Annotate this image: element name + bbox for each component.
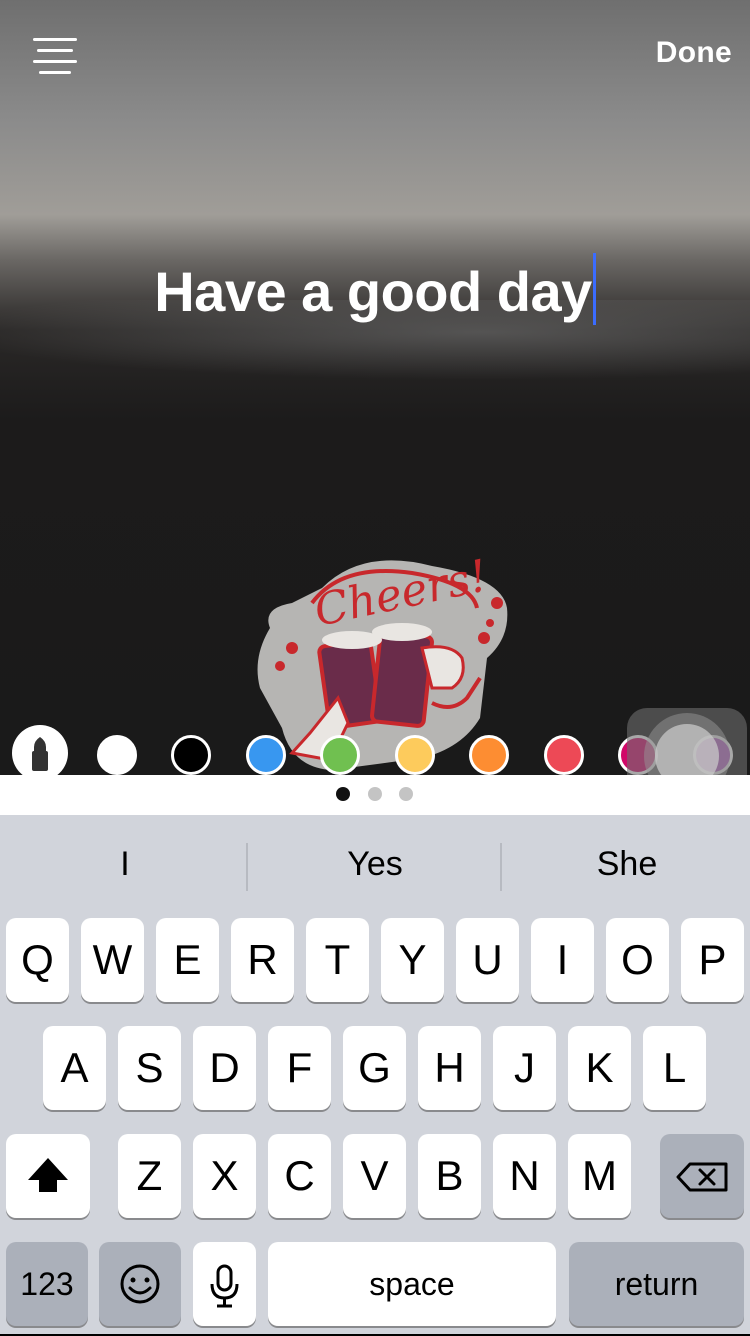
color-swatch[interactable] [469,735,509,775]
menu-icon-line [39,71,71,74]
key-o[interactable]: O [606,918,669,1002]
key-r[interactable]: R [231,918,294,1002]
done-button[interactable]: Done [656,36,732,70]
keyboard: I Yes She Q W E R T Y U I O P A S D F G H J K L Z X C V B N M 123 s… [0,815,750,1334]
space-key-label: space [369,1266,455,1302]
key-j-label: J [514,1044,535,1091]
key-s-label: S [135,1044,164,1091]
key-v-label: V [360,1152,389,1199]
key-e[interactable]: E [156,918,219,1002]
shift-key[interactable] [6,1134,90,1218]
numbers-key-label: 123 [20,1266,74,1302]
color-swatch[interactable] [97,735,137,775]
key-v[interactable]: V [343,1134,406,1218]
page-dot [399,787,413,801]
key-t[interactable]: T [306,918,369,1002]
key-x-label: X [210,1152,239,1199]
key-q[interactable]: Q [6,918,69,1002]
key-s[interactable]: S [118,1026,181,1110]
suggestion-bar: I Yes She [0,815,750,915]
return-key-label: return [614,1266,699,1302]
key-j[interactable]: J [493,1026,556,1110]
key-k-label: K [585,1044,614,1091]
text-cursor [592,253,596,325]
key-p-label: P [698,936,727,983]
key-m-label: M [582,1152,617,1199]
brush-button[interactable] [12,725,68,775]
key-g[interactable]: G [343,1026,406,1110]
page-indicator [0,775,750,815]
suggestion-item[interactable]: She [502,845,750,884]
color-swatch[interactable] [171,735,211,775]
dictation-key[interactable] [193,1242,256,1326]
space-key[interactable]: space [268,1242,556,1326]
key-p[interactable]: P [681,918,744,1002]
key-i[interactable]: I [531,918,594,1002]
text-input-area[interactable]: Have a good day [0,253,750,325]
key-a-label: A [60,1044,89,1091]
color-swatch[interactable] [395,735,435,775]
key-k[interactable]: K [568,1026,631,1110]
shift-icon [28,1158,68,1192]
text-align-button[interactable] [33,36,77,76]
color-swatch[interactable] [246,735,286,775]
key-z-label: Z [136,1152,163,1199]
backspace-icon [676,1162,728,1192]
emoji-icon [120,1264,160,1304]
key-w-label: W [92,936,133,983]
key-t-label: T [324,936,351,983]
suggestion-divider [246,843,248,891]
key-u-label: U [472,936,503,983]
key-y[interactable]: Y [381,918,444,1002]
key-d[interactable]: D [193,1026,256,1110]
key-b[interactable]: B [418,1134,481,1218]
key-g-label: G [358,1044,391,1091]
key-w[interactable]: W [81,918,144,1002]
microphone-icon [210,1264,239,1308]
key-y-label: Y [398,936,427,983]
numbers-key[interactable]: 123 [6,1242,88,1326]
key-i-label: I [556,936,569,983]
key-h[interactable]: H [418,1026,481,1110]
backspace-key[interactable] [660,1134,744,1218]
page-dot [368,787,382,801]
menu-icon-line [33,60,77,63]
key-o-label: O [621,936,654,983]
key-r-label: R [247,936,278,983]
menu-icon [33,38,77,41]
return-key[interactable]: return [569,1242,744,1326]
camera-canvas[interactable]: Done Have a good day Cheers! [0,0,750,775]
menu-icon-line [37,49,73,52]
suggestion-item[interactable]: I [0,845,250,884]
brush-icon [32,737,48,771]
key-d-label: D [209,1044,240,1091]
key-h-label: H [434,1044,465,1091]
key-c-label: C [284,1152,315,1199]
color-swatch[interactable] [544,735,584,775]
key-e-label: E [173,936,202,983]
key-f[interactable]: F [268,1026,331,1110]
key-b-label: B [435,1152,464,1199]
caption-text[interactable]: Have a good day [154,260,592,323]
key-l-label: L [662,1044,687,1091]
color-swatch[interactable] [320,735,360,775]
key-a[interactable]: A [43,1026,106,1110]
emoji-key[interactable] [99,1242,181,1326]
key-n-label: N [509,1152,540,1199]
key-x[interactable]: X [193,1134,256,1218]
key-f-label: F [286,1044,313,1091]
key-q-label: Q [21,936,54,983]
key-c[interactable]: C [268,1134,331,1218]
key-m[interactable]: M [568,1134,631,1218]
suggestion-item[interactable]: Yes [250,845,500,884]
page-dot [336,787,350,801]
key-l[interactable]: L [643,1026,706,1110]
key-z[interactable]: Z [118,1134,181,1218]
key-u[interactable]: U [456,918,519,1002]
key-n[interactable]: N [493,1134,556,1218]
